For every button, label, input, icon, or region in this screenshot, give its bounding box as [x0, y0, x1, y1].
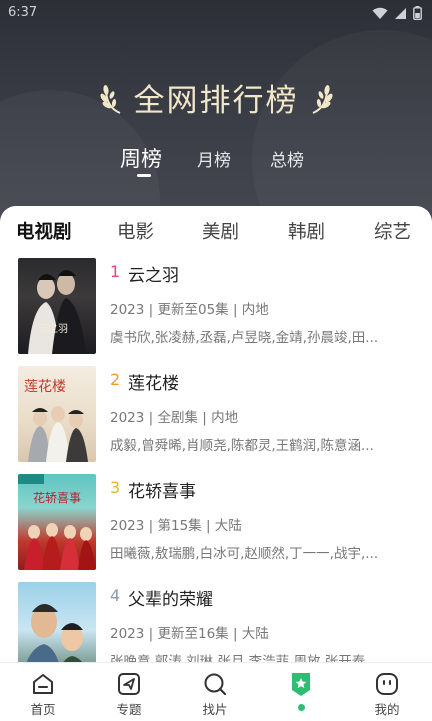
tab-monthly[interactable]: 月榜 — [197, 146, 231, 171]
category-movie[interactable]: 电影 — [117, 218, 154, 244]
poster-image: 莲花楼 — [18, 366, 96, 462]
bottom-navigation: 首页 专题 找片 我的 — [0, 662, 432, 721]
rank-number: 1 — [110, 262, 121, 281]
signal-icon — [395, 7, 406, 19]
show-meta: 2023 | 更新至16集 | 大陆 — [110, 626, 269, 642]
show-title: 花轿喜事 — [128, 482, 196, 502]
list-item[interactable]: 莲花楼 2 莲花楼 2023 | 全剧集 | 内地 成毅,曾舜晞,肖顺尧,陈都灵… — [0, 366, 432, 466]
list-item[interactable]: 花轿喜事 3 花轿喜事 2023 | 第15集 | 大陆 田曦薇,敖瑞鹏,白冰可… — [0, 474, 432, 574]
nav-home-label: 首页 — [30, 702, 56, 717]
active-nav-dot — [298, 704, 305, 711]
tab-overall[interactable]: 总榜 — [270, 146, 304, 171]
show-title: 云之羽 — [128, 266, 179, 286]
profile-icon — [376, 673, 398, 695]
send-icon — [118, 673, 140, 695]
page-title: 全网排行榜 — [133, 83, 299, 119]
rank-badge-icon — [292, 673, 310, 696]
poster-image: 云之羽 — [18, 258, 96, 354]
nav-find[interactable]: 找片 — [185, 663, 245, 721]
show-meta: 2023 | 第15集 | 大陆 — [110, 518, 242, 534]
category-us-drama[interactable]: 美剧 — [202, 218, 239, 244]
home-icon — [33, 674, 53, 694]
period-tabs: 周榜 月榜 总榜 — [0, 140, 432, 180]
category-variety[interactable]: 综艺 — [374, 218, 411, 244]
show-meta: 2023 | 全剧集 | 内地 — [110, 410, 239, 426]
poster-title-text: 花轿喜事 — [32, 491, 81, 505]
category-k-drama[interactable]: 韩剧 — [288, 218, 325, 244]
nav-home[interactable]: 首页 — [13, 663, 73, 721]
system-icons — [372, 6, 422, 20]
category-tabs: 电视剧 电影 美剧 韩剧 综艺 — [0, 218, 432, 248]
nav-topics-label: 专题 — [116, 702, 142, 717]
list-item[interactable]: 云之羽 1 云之羽 2023 | 更新至05集 | 内地 虞书欣,张凌赫,丞磊,… — [0, 258, 432, 358]
search-icon — [204, 673, 227, 696]
show-cast: 田曦薇,敖瑞鹏,白冰可,赵顺然,丁一一,战宇,... — [110, 546, 379, 562]
poster-title-text: 云之羽 — [38, 324, 68, 335]
page-title-wrap: 全网排行榜 — [0, 75, 432, 120]
poster-image: 花轿喜事 — [18, 474, 96, 570]
show-title: 父辈的荣耀 — [128, 590, 213, 610]
ranking-panel: 电视剧 电影 美剧 韩剧 综艺 云之羽 1 云之羽 2023 | 更新至05集 … — [0, 206, 432, 678]
header-decoration — [252, 30, 432, 230]
rank-number: 2 — [110, 370, 121, 389]
laurel-left-icon — [99, 84, 120, 114]
tab-weekly[interactable]: 周榜 — [120, 143, 162, 173]
nav-profile[interactable]: 我的 — [357, 663, 417, 721]
ranking-header: 6:37 全网排行榜 周榜 月榜 总榜 — [0, 0, 432, 230]
nav-find-label: 找片 — [202, 702, 228, 717]
show-cast: 虞书欣,张凌赫,丞磊,卢昱晓,金靖,孙晨竣,田... — [110, 330, 379, 346]
show-cast: 成毅,曾舜晞,肖顺尧,陈都灵,王鹤润,陈意涵... — [110, 438, 374, 454]
show-meta: 2023 | 更新至05集 | 内地 — [110, 302, 269, 318]
rank-number: 3 — [110, 478, 121, 497]
show-title: 莲花楼 — [128, 374, 179, 394]
category-tv-series[interactable]: 电视剧 — [16, 218, 72, 244]
poster-title-text: 莲花楼 — [24, 379, 66, 395]
nav-profile-label: 我的 — [374, 702, 400, 717]
status-bar: 6:37 — [0, 0, 432, 26]
laurel-right-icon — [312, 84, 333, 114]
battery-icon — [413, 6, 422, 20]
active-tab-indicator — [137, 174, 151, 177]
nav-ranking[interactable] — [271, 663, 331, 721]
nav-topics[interactable]: 专题 — [99, 663, 159, 721]
rank-number: 4 — [110, 586, 121, 605]
wifi-icon — [372, 7, 388, 19]
status-time: 6:37 — [8, 5, 38, 20]
